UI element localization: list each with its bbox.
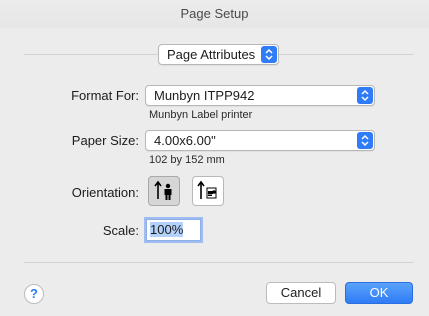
settings-popup-label: Page Attributes	[167, 47, 256, 62]
paper-size-label: Paper Size:	[71, 133, 139, 148]
portrait-orientation-icon	[154, 180, 172, 200]
scale-label: Scale:	[102, 223, 139, 238]
divider-bottom	[24, 262, 414, 263]
format-for-subtitle: Munbyn Label printer	[149, 109, 253, 121]
settings-popup[interactable]: Page Attributes	[158, 44, 279, 65]
stepper-icon	[357, 87, 373, 104]
scale-field[interactable]: 100%	[146, 219, 201, 241]
format-for-label: Format For:	[71, 88, 139, 103]
portrait-orientation-button[interactable]	[148, 176, 180, 206]
paper-size-popup[interactable]: 4.00x6.00"	[145, 130, 375, 151]
format-for-value: Munbyn ITPP942	[154, 88, 255, 103]
scale-value: 100%	[150, 222, 184, 237]
page-setup-dialog: Page Setup Page Attributes Format For: M…	[0, 0, 429, 316]
ok-button[interactable]: OK	[345, 282, 413, 304]
orientation-label: Orientation:	[71, 185, 139, 200]
stepper-icon	[357, 132, 373, 149]
cancel-button[interactable]: Cancel	[266, 282, 336, 304]
format-for-popup[interactable]: Munbyn ITPP942	[145, 85, 375, 106]
paper-size-value: 4.00x6.00"	[154, 133, 216, 148]
landscape-orientation-icon	[197, 180, 217, 199]
landscape-orientation-button[interactable]	[192, 176, 224, 206]
help-button[interactable]: ?	[24, 284, 44, 304]
window-title: Page Setup	[0, 0, 429, 28]
stepper-icon	[261, 46, 277, 63]
paper-size-subtitle: 102 by 152 mm	[149, 154, 225, 166]
